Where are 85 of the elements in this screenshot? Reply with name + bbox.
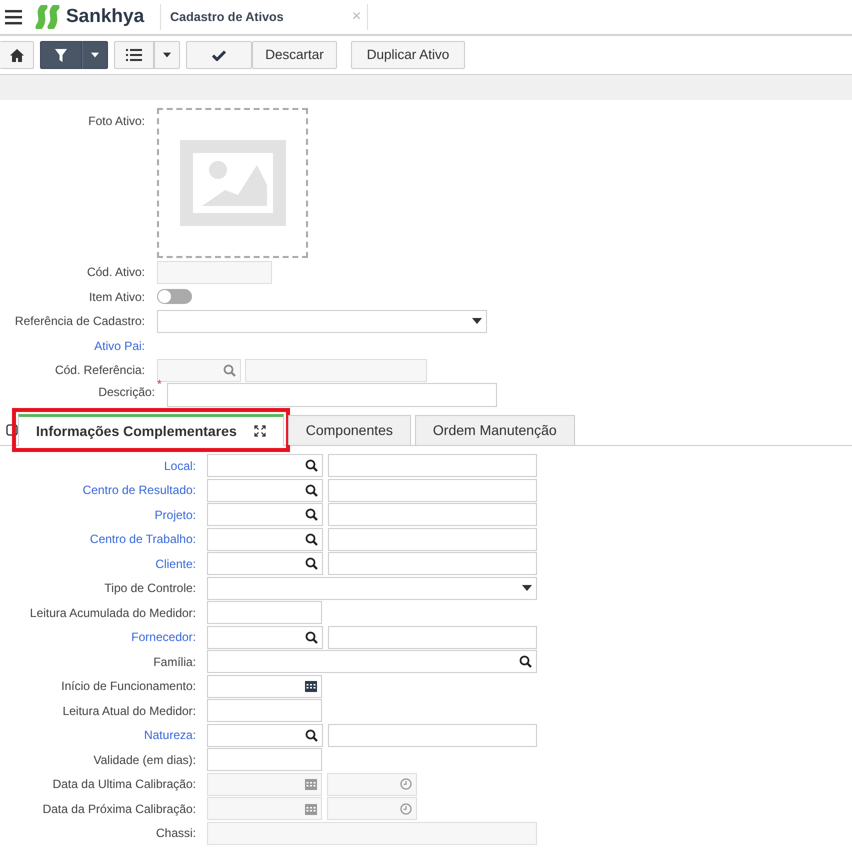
input-field[interactable] (328, 724, 537, 747)
caret-icon (91, 52, 99, 58)
textarea-field[interactable] (167, 382, 497, 406)
filter-icon (55, 48, 67, 62)
input-field[interactable] (328, 478, 537, 502)
input-field[interactable] (207, 699, 322, 722)
caret-icon (522, 585, 532, 592)
input-field[interactable] (328, 552, 537, 576)
search-icon (305, 459, 318, 472)
required-mark: * (157, 376, 163, 392)
field-label: Descrição: (97, 384, 156, 400)
dropdown-button[interactable] (82, 41, 108, 69)
caret-icon (163, 52, 171, 58)
search-icon (305, 484, 318, 497)
field-label: Início de Funcionamento: (60, 678, 197, 696)
field-label: Cliente: (154, 556, 197, 573)
app-tab[interactable]: Cadastro de Ativos × (160, 4, 368, 30)
search-icon (223, 364, 236, 377)
image-icon (180, 140, 286, 226)
select-field[interactable] (207, 576, 537, 600)
field-label: Natureza: (142, 727, 197, 744)
tab-title: Cadastro de Ativos (170, 8, 284, 26)
search-icon (305, 557, 318, 570)
calendar-icon (305, 802, 317, 815)
filter-button[interactable] (40, 41, 82, 69)
search-icon (519, 655, 532, 668)
input-field[interactable] (207, 650, 537, 674)
tab[interactable]: Ordem Manutenção (414, 414, 575, 444)
input-field[interactable] (328, 503, 537, 526)
search-icon (305, 532, 318, 546)
field-label: Família: (152, 654, 197, 671)
tab[interactable]: Componentes (288, 414, 411, 444)
field-label: Centro de Trabalho: (88, 531, 197, 548)
toggle-switch[interactable] (157, 289, 192, 304)
field-label: Item Ativo: (88, 288, 146, 306)
field-label: Projeto: (154, 506, 197, 524)
field-label: Data da Próxima Calibração: (42, 800, 197, 818)
field-label: Foto Ativo: (87, 113, 146, 130)
field-label: Centro de Resultado: (82, 482, 197, 500)
input-field[interactable] (328, 626, 537, 649)
input-field[interactable] (328, 454, 537, 478)
input-field[interactable] (328, 528, 537, 551)
confirm-button[interactable] (186, 41, 252, 69)
field-label: Data da Ultima Calibração: (52, 776, 197, 794)
home-icon (10, 48, 24, 62)
calendar-icon (305, 680, 317, 692)
calendar-icon (305, 778, 317, 790)
field-label: Cód. Referência: (54, 362, 146, 380)
select-field[interactable] (157, 310, 487, 333)
input-field[interactable] (207, 528, 323, 551)
input-field[interactable] (207, 724, 323, 747)
input-field[interactable] (207, 478, 323, 502)
caret-icon (472, 318, 482, 324)
field-label: Ativo Pai: (93, 338, 146, 355)
discard-button[interactable]: Descartar (252, 41, 337, 69)
duplicate-button[interactable]: Duplicar Ativo (351, 41, 465, 69)
field-label: Cód. Ativo: (86, 264, 146, 282)
list-button[interactable] (114, 41, 154, 69)
clock-icon (400, 802, 412, 815)
input-field[interactable] (207, 748, 322, 772)
field-label: Chassi: (154, 825, 197, 842)
expand-icon[interactable] (254, 425, 266, 437)
date-field[interactable] (207, 674, 322, 698)
field-label: Leitura Acumulada do Medidor: (28, 604, 197, 622)
input-field[interactable] (207, 601, 322, 624)
field-label: Leitura Atual do Medidor: (62, 702, 197, 720)
field-label: Tipo de Controle: (103, 580, 197, 598)
check-icon (212, 50, 226, 60)
field-label: Local: (162, 458, 197, 475)
photo-placeholder[interactable] (157, 108, 308, 258)
search-icon (305, 728, 318, 742)
search-icon (305, 508, 318, 522)
brand-name: Sankhya (66, 4, 144, 29)
field-label: Referência de Cadastro: (14, 313, 146, 330)
input-field[interactable] (207, 552, 323, 576)
input-field[interactable] (207, 626, 323, 649)
search-icon (305, 630, 318, 644)
home-button[interactable] (0, 41, 34, 69)
list-icon (126, 49, 142, 61)
input-field[interactable] (207, 454, 323, 478)
logo-icon (34, 5, 62, 29)
field-label: Fornecedor: (130, 629, 197, 646)
input-field[interactable] (207, 503, 323, 526)
field-label: Validade (em dias): (92, 752, 197, 769)
clock-icon (400, 778, 412, 790)
